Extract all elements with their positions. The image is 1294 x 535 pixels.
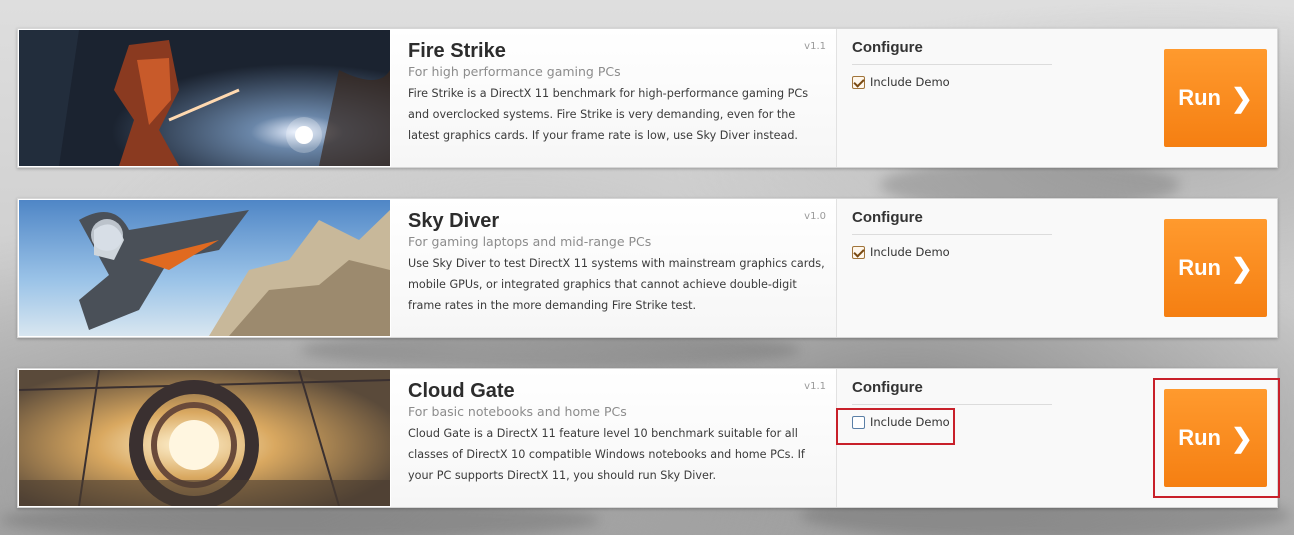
benchmark-version: v1.1 xyxy=(804,41,826,52)
configure-panel: Configure Include Demo xyxy=(837,29,1053,167)
run-button[interactable]: Run ❯ xyxy=(1164,49,1267,147)
configure-heading: Configure xyxy=(852,209,1052,235)
include-demo-label: Include Demo xyxy=(870,75,950,89)
include-demo-checkbox[interactable] xyxy=(852,415,865,429)
include-demo-option[interactable]: Include Demo xyxy=(852,75,1053,89)
run-button[interactable]: Run ❯ xyxy=(1164,389,1267,487)
configure-panel: Configure Include Demo xyxy=(837,369,1053,507)
benchmark-info: Fire Strike v1.1 For high performance ga… xyxy=(391,29,837,167)
fire-strike-thumbnail xyxy=(19,30,390,166)
benchmark-description: Use Sky Diver to test DirectX 11 systems… xyxy=(408,257,825,312)
configure-heading: Configure xyxy=(852,39,1052,65)
benchmark-version: v1.1 xyxy=(804,381,826,392)
run-button-label: Run xyxy=(1178,255,1221,280)
chevron-right-icon: ❯ xyxy=(1230,422,1253,453)
chevron-right-icon: ❯ xyxy=(1230,82,1253,113)
benchmark-description: Fire Strike is a DirectX 11 benchmark fo… xyxy=(408,87,809,142)
benchmark-card-cloud-gate: Cloud Gate v1.1 For basic notebooks and … xyxy=(17,368,1278,508)
benchmark-subtitle: For gaming laptops and mid-range PCs xyxy=(408,234,652,249)
benchmark-info: Cloud Gate v1.1 For basic notebooks and … xyxy=(391,369,837,507)
run-button-label: Run xyxy=(1178,425,1221,450)
include-demo-option[interactable]: Include Demo xyxy=(852,415,1053,429)
chevron-right-icon: ❯ xyxy=(1230,252,1253,283)
run-area: Run ❯ xyxy=(1053,369,1277,507)
sky-diver-thumbnail xyxy=(19,200,390,336)
configure-heading: Configure xyxy=(852,379,1052,405)
benchmark-title: Sky Diver xyxy=(408,210,500,232)
benchmark-info: Sky Diver v1.0 For gaming laptops and mi… xyxy=(391,199,837,337)
include-demo-option[interactable]: Include Demo xyxy=(852,245,1053,259)
include-demo-label: Include Demo xyxy=(870,245,950,259)
benchmark-title: Fire Strike xyxy=(408,40,506,62)
run-button-label: Run xyxy=(1178,85,1221,110)
benchmark-version: v1.0 xyxy=(804,211,826,222)
configure-panel: Configure Include Demo xyxy=(837,199,1053,337)
include-demo-checkbox[interactable] xyxy=(852,245,865,259)
include-demo-checkbox[interactable] xyxy=(852,75,865,89)
benchmark-title: Cloud Gate xyxy=(408,380,515,402)
run-area: Run ❯ xyxy=(1053,199,1277,337)
benchmark-subtitle: For basic notebooks and home PCs xyxy=(408,404,627,419)
benchmark-card-sky-diver: Sky Diver v1.0 For gaming laptops and mi… xyxy=(17,198,1278,338)
benchmark-subtitle: For high performance gaming PCs xyxy=(408,64,621,79)
benchmark-card-fire-strike: Fire Strike v1.1 For high performance ga… xyxy=(17,28,1278,168)
cloud-gate-thumbnail xyxy=(19,370,390,506)
benchmark-description: Cloud Gate is a DirectX 11 feature level… xyxy=(408,427,805,482)
run-button[interactable]: Run ❯ xyxy=(1164,219,1267,317)
include-demo-label: Include Demo xyxy=(870,415,950,429)
run-area: Run ❯ xyxy=(1053,29,1277,167)
